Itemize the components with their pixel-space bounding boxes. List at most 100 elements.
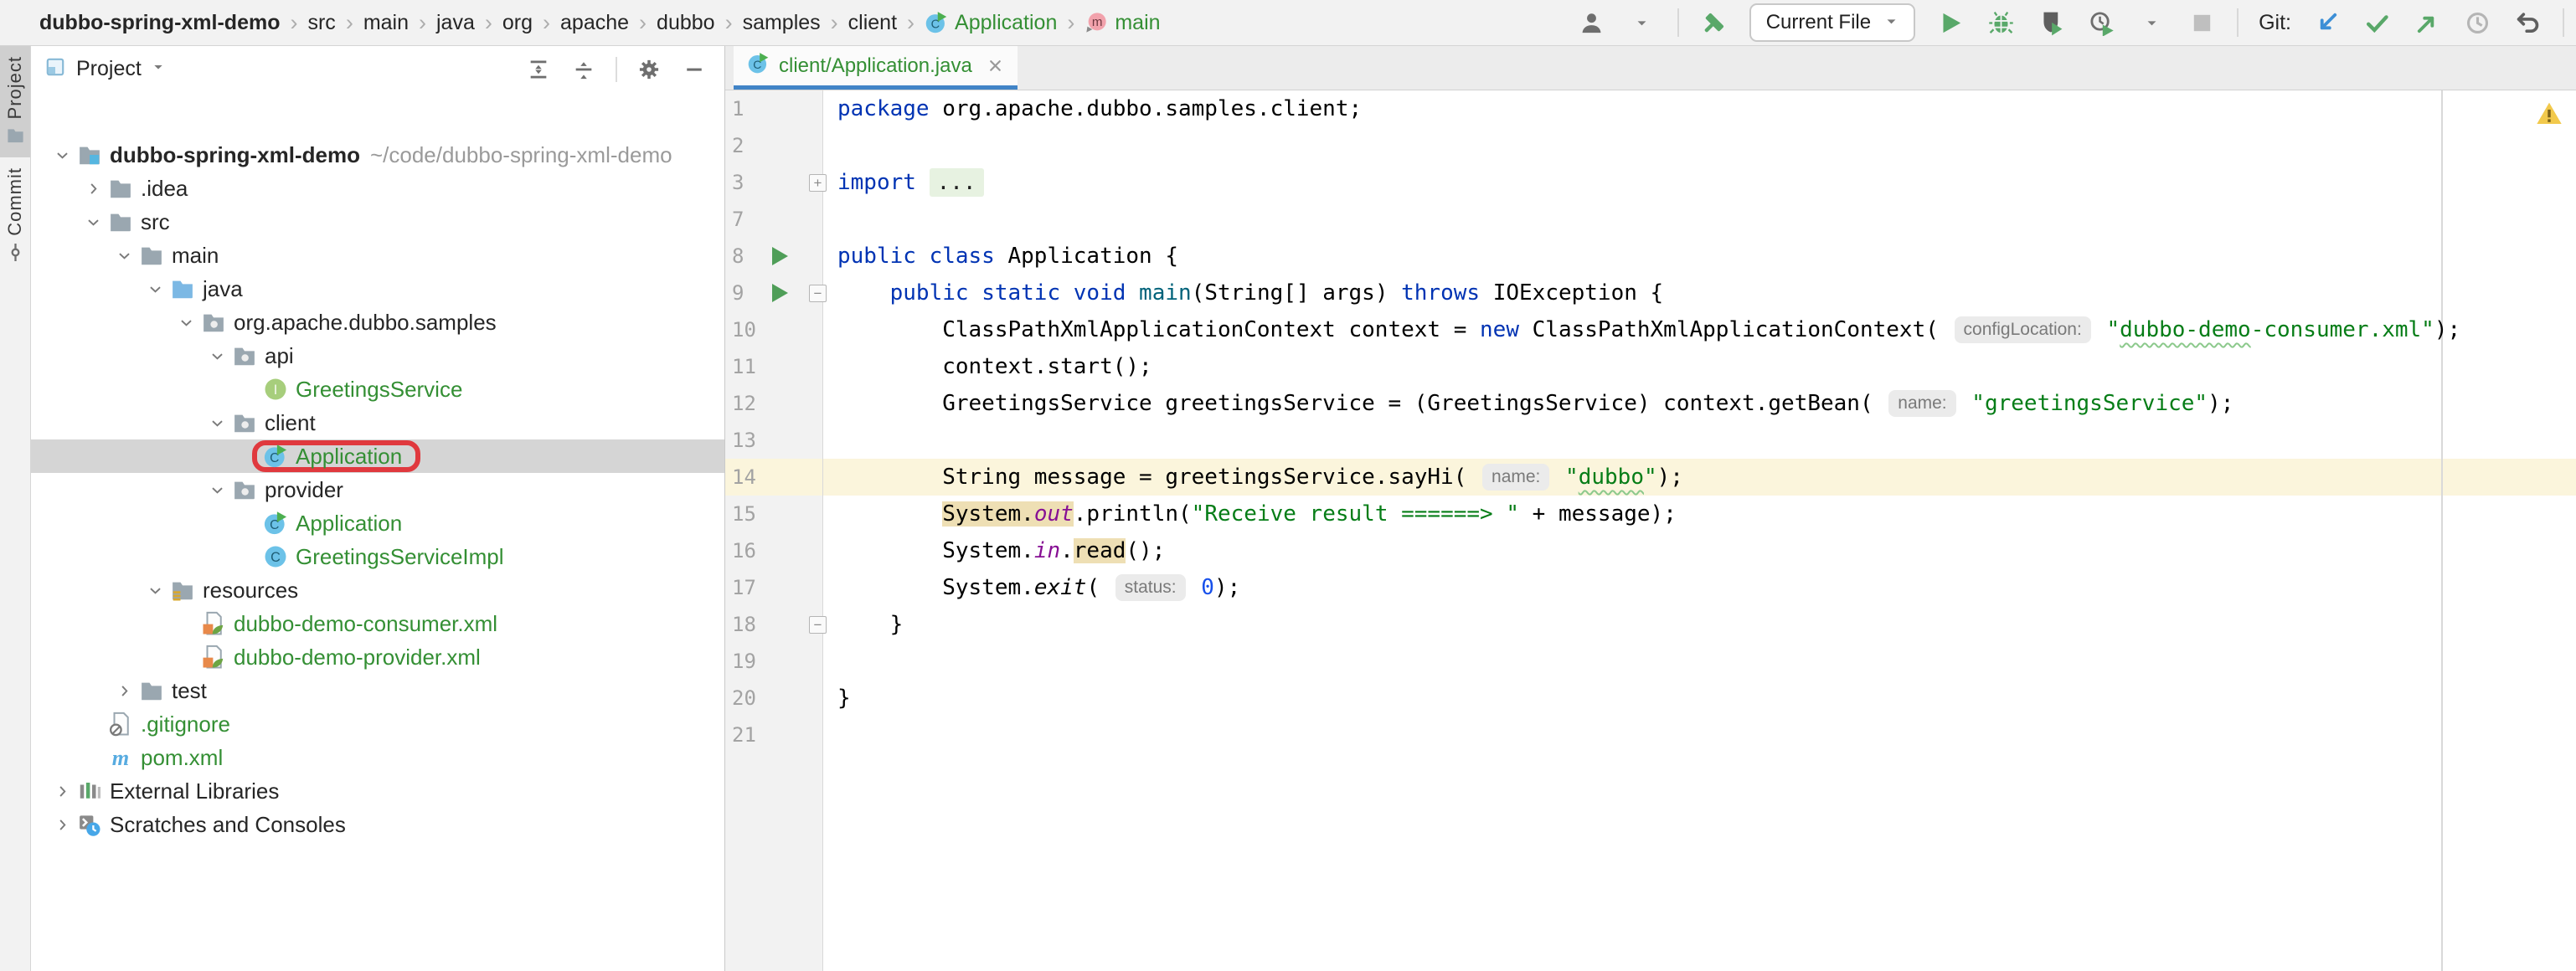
code-line-12[interactable]: 12 GreetingsService greetingsService = (… [725, 385, 2576, 422]
stop-button[interactable] [2187, 8, 2217, 38]
collapse-all-button[interactable] [570, 56, 597, 83]
tree-item-dubbo-demo-consumer.xml[interactable]: dubbo-demo-consumer.xml [31, 607, 724, 640]
chevron-down-icon[interactable] [49, 142, 75, 167]
chevron-down-icon[interactable] [142, 276, 167, 301]
fold-collapse-icon[interactable]: − [809, 285, 827, 302]
code-line-17[interactable]: 17 System.exit( status: 0); [725, 569, 2576, 606]
breadcrumb-item-apache[interactable]: apache [554, 11, 635, 35]
tree-item-dubbo-demo-provider.xml[interactable]: dubbo-demo-provider.xml [31, 640, 724, 674]
line-number[interactable]: 15 [732, 502, 769, 526]
chevron-down-icon[interactable] [204, 343, 229, 368]
chevron-right-icon[interactable] [49, 812, 75, 837]
tree-item-.gitignore[interactable]: .gitignore [31, 707, 724, 741]
tree-item-.idea[interactable]: .idea [31, 172, 724, 205]
breadcrumb-item-client[interactable]: client [842, 11, 903, 35]
rollback-button[interactable] [2512, 8, 2543, 38]
line-number[interactable]: 16 [732, 539, 769, 563]
tree-item-Application[interactable]: CApplication [31, 439, 724, 473]
build-project-button[interactable] [1699, 8, 1729, 38]
debug-button[interactable] [1986, 8, 2016, 38]
line-number[interactable]: 2 [732, 134, 769, 157]
update-project-button[interactable] [2311, 8, 2342, 38]
push-button[interactable] [2412, 8, 2442, 38]
line-number[interactable]: 19 [732, 650, 769, 673]
code-line-7[interactable]: 7 [725, 201, 2576, 238]
breadcrumb-item-main[interactable]: main [358, 11, 415, 35]
run-icon[interactable] [772, 247, 788, 265]
fold-collapse-icon[interactable]: − [809, 616, 827, 634]
line-number[interactable]: 17 [732, 576, 769, 599]
user-menu-button[interactable] [1577, 8, 1607, 38]
line-number[interactable]: 8 [732, 244, 769, 268]
code-line-15[interactable]: 15 System.out.println("Receive result ==… [725, 496, 2576, 532]
line-number[interactable]: 18 [732, 613, 769, 636]
history-button[interactable] [2462, 8, 2492, 38]
profiler-button[interactable] [2086, 8, 2116, 38]
chevron-down-icon[interactable] [204, 410, 229, 435]
line-number[interactable]: 1 [732, 97, 769, 121]
breadcrumb-item-main[interactable]: mmain [1079, 11, 1166, 35]
chevron-right-icon[interactable] [80, 176, 106, 201]
code-line-19[interactable]: 19 [725, 643, 2576, 680]
line-number[interactable]: 9 [732, 281, 769, 305]
expand-all-button[interactable] [525, 56, 552, 83]
line-number[interactable]: 10 [732, 318, 769, 342]
breadcrumb-item-Application[interactable]: CApplication [919, 11, 1063, 35]
line-number[interactable]: 11 [732, 355, 769, 378]
code-line-10[interactable]: 10 ClassPathXmlApplicationContext contex… [725, 311, 2576, 348]
fold-expand-icon[interactable]: + [809, 174, 827, 192]
stripe-tab-commit[interactable]: Commit [0, 157, 30, 275]
code-line-16[interactable]: 16 System.in.read(); [725, 532, 2576, 569]
tree-item-org.apache.dubbo.samples[interactable]: org.apache.dubbo.samples [31, 306, 724, 339]
code-line-14[interactable]: 14 String message = greetingsService.say… [725, 459, 2576, 496]
chevron-down-icon[interactable] [142, 578, 167, 603]
tree-item-java[interactable]: java [31, 272, 724, 306]
tree-item-test[interactable]: test [31, 674, 724, 707]
code-line-2[interactable]: 2 [725, 127, 2576, 164]
tree-item-External Libraries[interactable]: External Libraries [31, 774, 724, 808]
code-line-21[interactable]: 21 [725, 717, 2576, 753]
hide-panel-button[interactable] [681, 56, 708, 83]
tree-item-client[interactable]: client [31, 406, 724, 439]
line-number[interactable]: 14 [732, 465, 769, 489]
breadcrumb-item-dubbo[interactable]: dubbo [651, 11, 721, 35]
chevron-down-icon[interactable] [2136, 8, 2166, 38]
chevron-down-icon[interactable] [204, 477, 229, 502]
tree-item-src[interactable]: src [31, 205, 724, 239]
line-number[interactable]: 12 [732, 392, 769, 415]
tree-item-resources[interactable]: resources [31, 573, 724, 607]
chevron-down-icon[interactable] [1627, 8, 1657, 38]
run-button[interactable] [1935, 8, 1965, 38]
tree-item-GreetingsService[interactable]: IGreetingsService [31, 372, 724, 406]
tree-item-GreetingsServiceImpl[interactable]: CGreetingsServiceImpl [31, 540, 724, 573]
code-line-18[interactable]: 18− } [725, 606, 2576, 643]
code-line-1[interactable]: 1package org.apache.dubbo.samples.client… [725, 90, 2576, 127]
code-line-11[interactable]: 11 context.start(); [725, 348, 2576, 385]
chevron-down-icon[interactable] [111, 243, 137, 268]
stripe-tab-project[interactable]: Project [0, 46, 30, 157]
tree-item-provider[interactable]: provider [31, 473, 724, 506]
coverage-button[interactable] [2036, 8, 2066, 38]
run-configuration-select[interactable]: Current File [1749, 3, 1915, 42]
settings-button[interactable] [636, 56, 662, 83]
tree-item-pom.xml[interactable]: mpom.xml [31, 741, 724, 774]
tree-item-main[interactable]: main [31, 239, 724, 272]
code-line-13[interactable]: 13 [725, 422, 2576, 459]
code-line-8[interactable]: 8public class Application { [725, 238, 2576, 275]
close-icon[interactable] [987, 57, 1004, 74]
chevron-right-icon[interactable] [111, 678, 137, 703]
line-number[interactable]: 21 [732, 723, 769, 747]
warning-icon[interactable] [2536, 100, 2563, 131]
editor-tab-application[interactable]: C client/Application.java [734, 46, 1018, 90]
breadcrumb-item-dubbo-spring-xml-demo[interactable]: dubbo-spring-xml-demo [33, 11, 286, 35]
breadcrumb-item-src[interactable]: src [301, 11, 341, 35]
run-icon[interactable] [772, 284, 788, 302]
editor-body[interactable]: 1package org.apache.dubbo.samples.client… [725, 90, 2576, 971]
tree-item-Scratches and Consoles[interactable]: Scratches and Consoles [31, 808, 724, 841]
breadcrumb-item-samples[interactable]: samples [737, 11, 827, 35]
tree-item-api[interactable]: api [31, 339, 724, 372]
code-line-3[interactable]: 3+import ... [725, 164, 2576, 201]
code-line-20[interactable]: 20} [725, 680, 2576, 717]
line-number[interactable]: 7 [732, 208, 769, 231]
tree-item-Application[interactable]: CApplication [31, 506, 724, 540]
